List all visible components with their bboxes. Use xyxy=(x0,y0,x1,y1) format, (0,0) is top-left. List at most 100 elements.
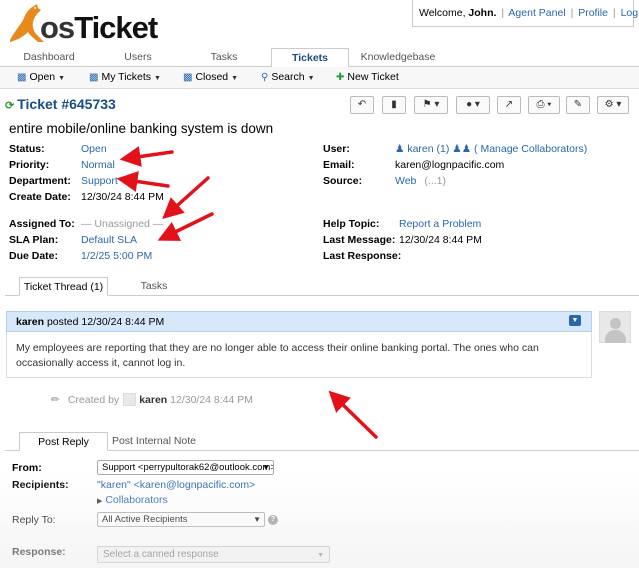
mini-avatar xyxy=(123,393,137,406)
thread-poster: karen xyxy=(16,316,45,328)
last-message-label: Last Message: xyxy=(323,234,396,246)
collaborators-toggle[interactable]: ▶ Collaborators xyxy=(97,494,168,506)
logo-os: os xyxy=(40,10,75,45)
caret-down-icon: ▼ xyxy=(307,75,315,82)
created-by-label: Created by xyxy=(67,394,120,406)
ticket-actions: ↶ ▮ ⚑ ▾ ● ▾ ↗ ⎙ ▾ ✎ ⚙ ▾ xyxy=(0,96,639,114)
thread-entry-body: My employees are reporting that they are… xyxy=(6,332,592,378)
help-icon[interactable]: ? xyxy=(268,515,278,525)
flag-icon[interactable]: ⚑ ▾ xyxy=(414,96,448,114)
arrow-assigned xyxy=(162,176,210,220)
closed-tickets-menu[interactable]: ▩ Closed ▼ xyxy=(183,71,238,83)
status-value[interactable]: Open xyxy=(81,143,107,155)
due-date-value[interactable]: 1/2/25 5:00 PM xyxy=(81,250,152,262)
collaborators-icon: ♟♟ xyxy=(452,143,472,155)
email-label: Email: xyxy=(323,159,355,171)
ticket-subject: entire mobile/online banking system is d… xyxy=(9,121,274,136)
manage-collaborators-link[interactable]: ( Manage Collaborators) xyxy=(474,143,587,155)
my-tickets-label: My Tickets xyxy=(101,71,152,83)
gear-icon[interactable]: ⚙ ▾ xyxy=(597,96,629,114)
last-message-value: 12/30/24 8:44 PM xyxy=(399,234,482,246)
tab-tasks-thread[interactable]: Tasks xyxy=(108,277,200,296)
source-extra: (...1) xyxy=(424,175,446,187)
main-nav: Dashboard Users Tasks Tickets Knowledgeb… xyxy=(0,48,639,68)
separator: | xyxy=(570,7,574,19)
tab-post-reply[interactable]: Post Reply xyxy=(19,432,108,451)
created-by-line: ✏ Created by karen 12/30/24 8:44 PM xyxy=(51,393,253,406)
sla-value[interactable]: Default SLA xyxy=(81,234,137,246)
caret-down-icon: ▼ xyxy=(231,75,239,82)
user-label: User: xyxy=(323,143,350,155)
header: osTicket Welcome, John. | Agent Panel | … xyxy=(0,0,639,48)
assign-user-icon[interactable]: ● ▾ xyxy=(456,96,490,114)
logout-link[interactable]: Log Out xyxy=(621,7,639,19)
from-select[interactable]: Support <perrypultorak62@outlook.com> ▼ xyxy=(97,460,274,475)
tab-dashboard[interactable]: Dashboard xyxy=(0,48,98,67)
tab-ticket-thread[interactable]: Ticket Thread (1) xyxy=(19,277,108,296)
create-date-value: 12/30/24 8:44 PM xyxy=(81,191,164,203)
assigned-label: Assigned To: xyxy=(9,218,75,230)
search-menu[interactable]: ⚲ Search ▼ xyxy=(261,71,315,83)
sla-label: SLA Plan: xyxy=(9,234,59,246)
tab-tasks[interactable]: Tasks xyxy=(178,48,270,67)
inbox-icon: ▩ xyxy=(89,72,99,83)
created-by-name: karen xyxy=(139,394,168,406)
edit-icon[interactable]: ✎ xyxy=(566,96,590,114)
arrow-priority xyxy=(119,146,174,167)
canned-response-select[interactable]: Select a canned response ▼ xyxy=(97,546,330,563)
arrow-sla xyxy=(157,212,214,241)
help-topic-value[interactable]: Report a Problem xyxy=(399,218,481,230)
collaborators-label: Collaborators xyxy=(105,494,168,506)
tab-knowledgebase[interactable]: Knowledgebase xyxy=(357,48,439,67)
user-link[interactable]: karen (1) xyxy=(407,143,449,155)
chevron-down-icon: ▼ xyxy=(262,463,270,472)
priority-value[interactable]: Normal xyxy=(81,159,115,171)
new-ticket-label: New Ticket xyxy=(347,71,399,83)
welcome-text: Welcome, xyxy=(419,7,466,19)
chevron-down-icon: ▼ xyxy=(317,552,324,559)
my-tickets-menu[interactable]: ▩ My Tickets ▼ xyxy=(89,71,161,83)
department-value[interactable]: Support xyxy=(81,175,118,187)
tab-users[interactable]: Users xyxy=(92,48,184,67)
reply-icon[interactable]: ↶ xyxy=(350,96,374,114)
last-response-label: Last Response: xyxy=(323,250,402,262)
response-label: Response: xyxy=(12,546,66,558)
chevron-down-icon: ▼ xyxy=(253,515,261,524)
search-label: Search xyxy=(271,71,305,83)
new-ticket-button[interactable]: ✚ New Ticket xyxy=(336,71,399,83)
osticket-logo[interactable]: osTicket xyxy=(4,2,158,45)
separator: | xyxy=(612,7,616,19)
tab-tickets[interactable]: Tickets xyxy=(271,48,349,68)
separator: | xyxy=(501,7,505,19)
caret-down-icon: ▼ xyxy=(58,75,66,82)
logo-text: osTicket xyxy=(40,10,158,46)
department-label: Department: xyxy=(9,175,71,187)
priority-label: Priority: xyxy=(9,159,50,171)
source-label: Source: xyxy=(323,175,363,187)
thread-options-icon[interactable]: ▼ xyxy=(569,315,581,326)
reply-to-select[interactable]: All Active Recipients ▼ xyxy=(97,512,265,527)
note-icon[interactable]: ▮ xyxy=(382,96,406,114)
ticket-icon: ▩ xyxy=(17,72,27,83)
recipients-label: Recipients: xyxy=(12,479,69,491)
tab-post-internal-note[interactable]: Post Internal Note xyxy=(108,432,200,451)
pencil-icon: ✏ xyxy=(51,394,60,406)
logo-ticket: Ticket xyxy=(74,10,158,45)
profile-link[interactable]: Profile xyxy=(578,7,608,19)
agent-panel-link[interactable]: Agent Panel xyxy=(508,7,565,19)
user-icon: ♟ xyxy=(395,143,405,155)
help-topic-label: Help Topic: xyxy=(323,218,380,230)
recipient-link[interactable]: "karen" <karen@lognpacific.com> xyxy=(97,479,255,491)
reply-to-label: Reply To: xyxy=(12,514,56,526)
transfer-icon[interactable]: ↗ xyxy=(497,96,521,114)
thread-posted-time: posted 12/30/24 8:44 PM xyxy=(46,316,165,328)
source-link[interactable]: Web xyxy=(395,175,416,187)
from-label: From: xyxy=(12,462,42,474)
assigned-value[interactable]: — Unassigned — xyxy=(81,218,163,230)
create-date-label: Create Date: xyxy=(9,191,71,203)
thread-entry-header: karen posted 12/30/24 8:44 PM xyxy=(6,311,592,332)
source-value: Web (...1) xyxy=(395,175,446,187)
open-tickets-menu[interactable]: ▩ Open ▼ xyxy=(17,71,65,83)
print-icon[interactable]: ⎙ ▾ xyxy=(528,96,560,114)
from-value: Support <perrypultorak62@outlook.com> xyxy=(102,462,274,473)
